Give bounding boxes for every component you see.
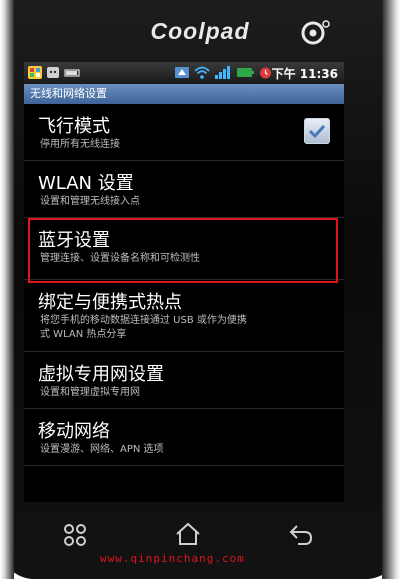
setting-airplane-mode[interactable]: 飞行模式 停用所有无线连接 <box>24 104 344 161</box>
watermark-text: www.qinpinchang.com <box>100 552 245 565</box>
setting-subtitle: 设置和管理无线接入点 <box>40 196 140 207</box>
phone-rim-right <box>382 0 400 579</box>
menu-icon[interactable] <box>62 522 88 548</box>
setting-subtitle-line2: 式 WLAN 热点分享 <box>40 329 127 340</box>
setting-title: 移动网络 <box>38 421 110 442</box>
status-bar: 下午 11:36 <box>24 62 344 84</box>
setting-mobile-network[interactable]: 移动网络 设置漫游、网络、APN 选项 <box>24 409 344 466</box>
setting-subtitle: 管理连接、设置设备名称和可检测性 <box>40 253 200 264</box>
setting-tethering-hotspot[interactable]: 绑定与便携式热点 将您手机的移动数据连接通过 USB 或作为便携 式 WLAN … <box>24 280 344 352</box>
setting-title: WLAN 设置 <box>38 173 134 194</box>
coolpad-logo-icon <box>301 20 330 45</box>
hardware-nav-bar <box>0 512 400 579</box>
setting-subtitle: 设置和管理虚拟专用网 <box>40 387 140 398</box>
wifi-icon <box>194 66 210 79</box>
airplane-mode-checkbox[interactable] <box>304 118 330 144</box>
setting-subtitle: 设置漫游、网络、APN 选项 <box>40 444 164 455</box>
setting-wlan[interactable]: WLAN 设置 设置和管理无线接入点 <box>24 161 344 218</box>
android-icon <box>47 67 59 78</box>
setting-subtitle: 停用所有无线连接 <box>40 139 120 150</box>
back-icon[interactable] <box>288 522 314 546</box>
setting-title: 虚拟专用网设置 <box>38 364 164 385</box>
signal-icon <box>215 66 230 79</box>
brand-logo-text: Coolpad <box>150 18 250 44</box>
setting-title: 绑定与便携式热点 <box>38 292 182 313</box>
setting-title: 飞行模式 <box>38 116 110 137</box>
battery-icon <box>237 68 254 77</box>
setting-subtitle-line1: 将您手机的移动数据连接通过 USB 或作为便携 <box>40 315 247 326</box>
check-icon <box>308 124 326 139</box>
screen-title: 无线和网络设置 <box>24 84 344 104</box>
status-time: 下午 11:36 <box>271 67 338 81</box>
phone-body: Coolpad 下午 11:36 无线和网络设置 飞行模式 停用所有无线连接 W… <box>0 0 400 579</box>
battery-mini-icon <box>64 69 80 77</box>
phone-rim-left <box>0 0 14 579</box>
setting-vpn[interactable]: 虚拟专用网设置 设置和管理虚拟专用网 <box>24 352 344 409</box>
home-icon[interactable] <box>175 522 201 546</box>
setting-title: 蓝牙设置 <box>38 230 110 251</box>
settings-list: 飞行模式 停用所有无线连接 WLAN 设置 设置和管理无线接入点 蓝牙设置 管理… <box>24 104 344 466</box>
phone-screen: 下午 11:36 无线和网络设置 飞行模式 停用所有无线连接 WLAN 设置 设… <box>24 62 344 502</box>
app-icon <box>28 66 42 79</box>
setting-bluetooth[interactable]: 蓝牙设置 管理连接、设置设备名称和可检测性 <box>24 218 344 283</box>
usb-icon <box>175 67 189 78</box>
